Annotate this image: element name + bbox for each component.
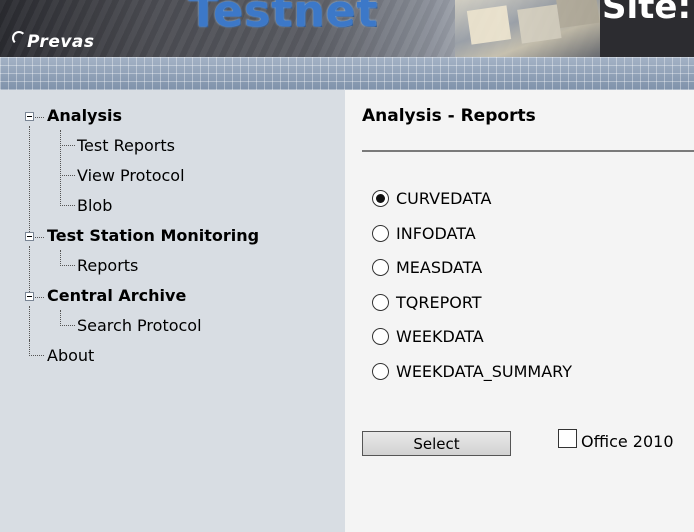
radio-label: MEASDATA [396, 257, 483, 277]
select-button[interactable]: Select [362, 431, 511, 456]
brand-name: Prevas [27, 32, 95, 52]
tree-leaf-line [60, 250, 75, 266]
tree-leaf-line [60, 310, 75, 326]
site-label: Site: [602, 0, 692, 27]
tree-branch-line [35, 297, 44, 298]
radio-label: WEEKDATA [396, 326, 484, 346]
sidebar-item-blob[interactable]: Blob [77, 196, 112, 215]
report-option-weekdata-summary[interactable]: WEEKDATA_SUMMARY [372, 360, 572, 382]
collapse-central-archive-icon[interactable] [25, 292, 34, 301]
sidebar-item-about[interactable]: About [47, 346, 94, 365]
tree-leaf-line [60, 175, 75, 206]
office-2010-option[interactable]: Office 2010 [558, 429, 674, 451]
radio-label: TQREPORT [396, 292, 482, 312]
sidebar-navigation: Analysis Test Reports View Protocol Blob… [0, 90, 345, 532]
collapse-analysis-icon[interactable] [25, 112, 34, 121]
radio-button[interactable] [372, 293, 389, 311]
tree-leaf-line [60, 145, 75, 176]
sidebar-group-central-archive[interactable]: Central Archive [47, 286, 186, 305]
header-pattern-strip [0, 57, 694, 90]
main-panel: Analysis - Reports CURVEDATA INFODATA ME… [345, 90, 694, 532]
site-label-box: Site: [600, 0, 694, 57]
radio-label: INFODATA [396, 223, 476, 243]
app-title: Testnet [188, 0, 379, 37]
sidebar-item-test-reports[interactable]: Test Reports [77, 136, 175, 155]
report-option-tqreport[interactable]: TQREPORT [372, 291, 482, 313]
report-option-measdata[interactable]: MEASDATA [372, 256, 482, 278]
tree-branch-line [35, 117, 44, 118]
office-2010-label: Office 2010 [581, 432, 674, 451]
page-title: Analysis - Reports [362, 106, 536, 126]
banner-photo [455, 0, 600, 57]
radio-label: WEEKDATA_SUMMARY [396, 361, 573, 381]
report-option-weekdata[interactable]: WEEKDATA [372, 325, 484, 347]
tree-guide-line [29, 126, 30, 238]
header-banner: Testnet Prevas Site: [0, 0, 694, 57]
tree-guide-line [29, 246, 30, 298]
report-option-curvedata[interactable]: CURVEDATA [372, 187, 491, 209]
title-divider [362, 150, 694, 152]
radio-button[interactable] [372, 189, 389, 207]
sidebar-group-analysis[interactable]: Analysis [47, 106, 122, 125]
sidebar-item-reports[interactable]: Reports [77, 256, 138, 275]
tree-leaf-line [29, 340, 44, 356]
office-2010-checkbox[interactable] [558, 429, 577, 448]
tree-branch-line [35, 237, 44, 238]
radio-button[interactable] [372, 327, 389, 345]
radio-label: CURVEDATA [396, 188, 492, 208]
collapse-test-station-icon[interactable] [25, 232, 34, 241]
report-option-infodata[interactable]: INFODATA [372, 222, 476, 244]
radio-button[interactable] [372, 224, 389, 242]
prevas-logo: Prevas [12, 31, 95, 52]
logo-swoosh-icon [12, 31, 26, 45]
sidebar-group-test-station-monitoring[interactable]: Test Station Monitoring [47, 226, 259, 245]
sidebar-item-search-protocol[interactable]: Search Protocol [77, 316, 202, 335]
tree-leaf-line [60, 130, 75, 146]
radio-button[interactable] [372, 362, 389, 380]
sidebar-item-view-protocol[interactable]: View Protocol [77, 166, 185, 185]
radio-button[interactable] [372, 258, 389, 276]
